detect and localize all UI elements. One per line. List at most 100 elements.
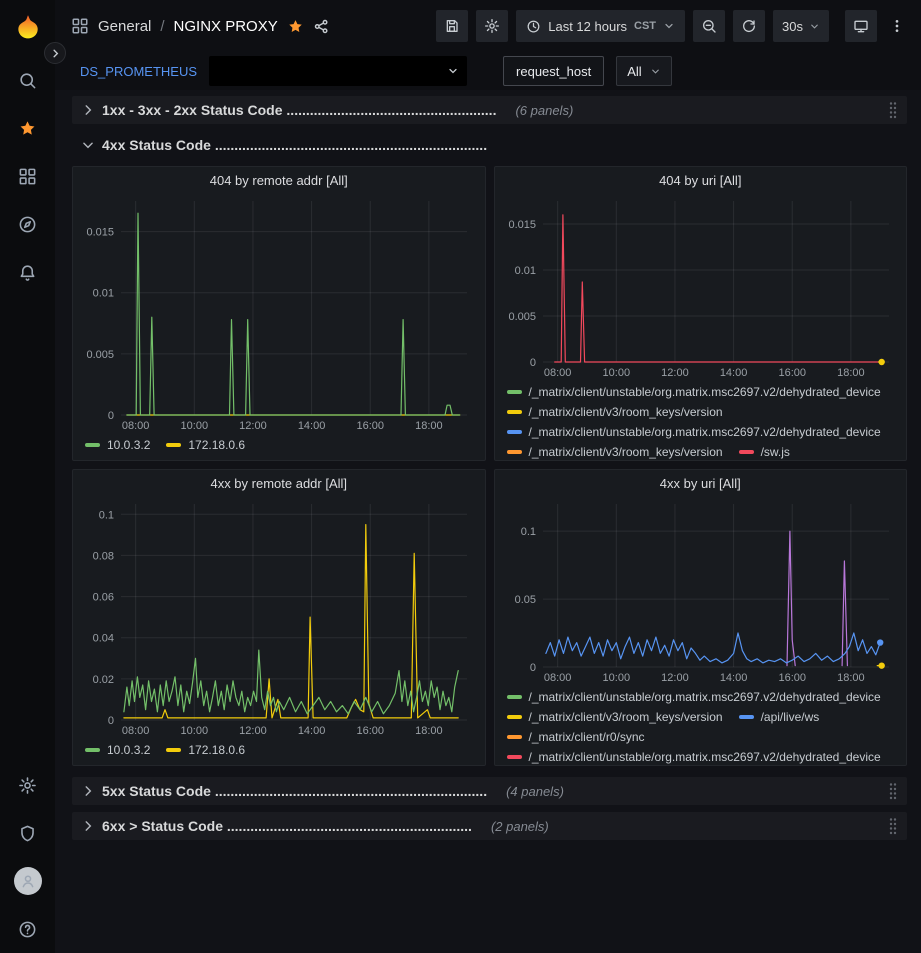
svg-text:08:00: 08:00: [122, 725, 150, 737]
search-icon: [18, 71, 37, 90]
chart-canvas[interactable]: 08:0010:0012:0014:0016:0018:0000.050.1: [497, 496, 901, 685]
svg-text:14:00: 14:00: [298, 420, 326, 432]
chevron-down-icon: [663, 20, 675, 32]
adhoc-filter-key[interactable]: request_host: [503, 56, 604, 86]
row-header-6xx[interactable]: 6xx > Status Code ......................…: [72, 812, 907, 840]
panel-4xx-by-remote-addr: 4xx by remote addr [All] 08:0010:0012:00…: [72, 469, 486, 766]
cycle-view-button[interactable]: [845, 10, 877, 42]
panel-title[interactable]: 4xx by remote addr [All]: [73, 470, 485, 496]
legend-item[interactable]: /_matrix/client/unstable/org.matrix.msc2…: [507, 747, 881, 765]
legend-item[interactable]: /api/live/ws: [739, 707, 820, 727]
monitor-icon: [853, 18, 869, 34]
datasource-value-dropdown[interactable]: [209, 56, 467, 86]
svg-text:0.08: 0.08: [93, 550, 114, 562]
datasource-variable-label[interactable]: DS_PROMETHEUS: [80, 64, 197, 79]
chevron-right-icon: [81, 819, 95, 833]
row-header-1xx-3xx-2xx[interactable]: 1xx - 3xx - 2xx Status Code ............…: [72, 96, 907, 124]
legend-item[interactable]: /_matrix/client/v3/room_keys/version: [507, 402, 723, 422]
sidebar-item-explore[interactable]: [0, 200, 55, 248]
more-menu-button[interactable]: [885, 10, 909, 42]
shield-icon: [18, 824, 37, 843]
legend-item[interactable]: 172.18.0.6: [166, 435, 245, 455]
legend-item[interactable]: /_matrix/client/unstable/org.matrix.msc2…: [507, 687, 881, 707]
row-drag-handle[interactable]: [888, 782, 898, 800]
row-drag-handle[interactable]: [888, 817, 898, 835]
share-icon: [313, 18, 330, 35]
chart-canvas[interactable]: 08:0010:0012:0014:0016:0018:0000.0050.01…: [497, 193, 901, 380]
svg-text:0.01: 0.01: [93, 288, 114, 300]
sidebar-item-dashboards[interactable]: [0, 152, 55, 200]
chart-legend: /_matrix/client/unstable/org.matrix.msc2…: [495, 685, 907, 765]
star-icon: [18, 119, 37, 138]
panel-title[interactable]: 404 by uri [All]: [495, 167, 907, 193]
dashboard-settings-button[interactable]: [476, 10, 508, 42]
row-title: 1xx - 3xx - 2xx Status Code ............…: [102, 102, 496, 118]
share-button[interactable]: [313, 18, 330, 35]
sidebar-item-configuration[interactable]: [0, 761, 55, 809]
sidebar-item-search[interactable]: [0, 56, 55, 104]
panel-grid: 404 by remote addr [All] 08:0010:0012:00…: [72, 166, 907, 766]
save-icon: [444, 18, 460, 34]
sidebar-item-admin[interactable]: [0, 809, 55, 857]
sidebar-item-starred[interactable]: [0, 104, 55, 152]
svg-text:12:00: 12:00: [661, 672, 689, 684]
time-picker-button[interactable]: Last 12 hours CST: [516, 10, 685, 42]
submenu: DS_PROMETHEUS request_host All: [55, 52, 921, 90]
chart-canvas[interactable]: 08:0010:0012:0014:0016:0018:0000.020.040…: [75, 496, 479, 738]
adhoc-filter-value-dropdown[interactable]: All: [616, 56, 671, 86]
svg-text:10:00: 10:00: [181, 420, 209, 432]
svg-text:0: 0: [108, 410, 114, 422]
svg-text:18:00: 18:00: [415, 725, 443, 737]
svg-text:16:00: 16:00: [778, 672, 806, 684]
top-navbar: General / NGINX PROXY Last 12 hours: [55, 0, 921, 52]
row-drag-handle[interactable]: [888, 101, 898, 119]
svg-text:0.06: 0.06: [93, 592, 114, 604]
sidebar-item-help[interactable]: [0, 905, 55, 953]
chart-canvas[interactable]: 08:0010:0012:0014:0016:0018:0000.0050.01…: [75, 193, 479, 433]
sidebar-item-profile[interactable]: [0, 857, 55, 905]
panel-title[interactable]: 404 by remote addr [All]: [73, 167, 485, 193]
sidebar-item-alerting[interactable]: [0, 248, 55, 296]
legend-item[interactable]: /sw.js: [739, 442, 790, 460]
breadcrumb-section[interactable]: General: [98, 18, 151, 35]
chevron-down-icon: [809, 21, 820, 32]
sidebar-expand-button[interactable]: [44, 42, 66, 64]
help-icon: [18, 920, 37, 939]
svg-text:0.01: 0.01: [514, 265, 535, 277]
avatar: [14, 867, 42, 895]
refresh-icon: [741, 18, 757, 34]
gear-icon: [484, 18, 500, 34]
legend-item[interactable]: 172.18.0.6: [166, 740, 245, 760]
legend-item[interactable]: /_matrix/client/v3/room_keys/version: [507, 442, 723, 460]
row-header-4xx[interactable]: 4xx Status Code ........................…: [72, 131, 907, 159]
save-dashboard-button[interactable]: [436, 10, 468, 42]
svg-text:0.015: 0.015: [86, 227, 114, 239]
svg-text:18:00: 18:00: [837, 367, 865, 379]
bell-icon: [18, 263, 37, 282]
kebab-icon: [889, 18, 905, 34]
sidebar-bottom-group: [0, 761, 55, 953]
legend-item[interactable]: /_matrix/client/unstable/org.matrix.msc2…: [507, 382, 881, 402]
favorite-star-button[interactable]: [287, 18, 304, 35]
zoom-out-button[interactable]: [693, 10, 725, 42]
svg-text:08:00: 08:00: [543, 367, 571, 379]
svg-text:0: 0: [529, 662, 535, 674]
compass-icon: [18, 215, 37, 234]
topbar-actions: Last 12 hours CST 30s: [436, 10, 909, 42]
grafana-flame-icon: [13, 13, 43, 43]
legend-item[interactable]: /_matrix/client/v3/room_keys/version: [507, 707, 723, 727]
row-title: 5xx Status Code ........................…: [102, 783, 487, 799]
svg-text:14:00: 14:00: [298, 725, 326, 737]
legend-item[interactable]: 10.0.3.2: [85, 740, 150, 760]
row-panel-count: (4 panels): [506, 784, 564, 799]
svg-text:08:00: 08:00: [122, 420, 150, 432]
panel-404-by-remote-addr: 404 by remote addr [All] 08:0010:0012:00…: [72, 166, 486, 461]
dashboards-icon: [18, 167, 37, 186]
refresh-interval-dropdown[interactable]: 30s: [773, 10, 829, 42]
legend-item[interactable]: /_matrix/client/unstable/org.matrix.msc2…: [507, 422, 881, 442]
legend-item[interactable]: /_matrix/client/r0/sync: [507, 727, 645, 747]
row-header-5xx[interactable]: 5xx Status Code ........................…: [72, 777, 907, 805]
legend-item[interactable]: 10.0.3.2: [85, 435, 150, 455]
panel-title[interactable]: 4xx by uri [All]: [495, 470, 907, 496]
refresh-button[interactable]: [733, 10, 765, 42]
